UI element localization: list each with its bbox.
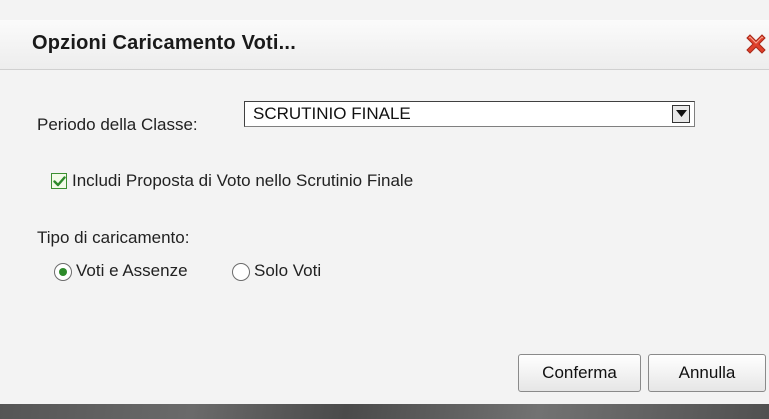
dialog-content: Periodo della Classe: SCRUTINIO FINALE I… — [0, 71, 769, 403]
radio-voti-assenze[interactable] — [54, 263, 72, 281]
include-proposal-checkbox[interactable] — [51, 173, 67, 189]
radio-label-voti-assenze: Voti e Assenze — [76, 261, 188, 280]
period-select[interactable]: SCRUTINIO FINALE — [244, 101, 695, 127]
dialog-titlebar: Opzioni Caricamento Voti... — [0, 20, 769, 70]
dialog-window: Opzioni Caricamento Voti... Periodo dell… — [0, 0, 769, 419]
period-label: Periodo della Classe: — [37, 115, 198, 134]
dialog-title: Opzioni Caricamento Voti... — [32, 32, 296, 54]
period-select-value: SCRUTINIO FINALE — [253, 104, 411, 123]
cancel-button[interactable]: Annulla — [648, 354, 766, 392]
confirm-button[interactable]: Conferma — [518, 354, 641, 392]
radio-selected-dot — [59, 268, 67, 276]
radio-solo-voti[interactable] — [232, 263, 250, 281]
include-proposal-label: Includi Proposta di Voto nello Scrutinio… — [72, 171, 414, 190]
close-icon[interactable] — [742, 30, 769, 58]
radio-label-solo-voti: Solo Voti — [254, 261, 322, 280]
load-type-label: Tipo di caricamento: — [37, 228, 190, 247]
background-strip — [0, 404, 769, 419]
chevron-down-icon[interactable] — [672, 105, 690, 123]
